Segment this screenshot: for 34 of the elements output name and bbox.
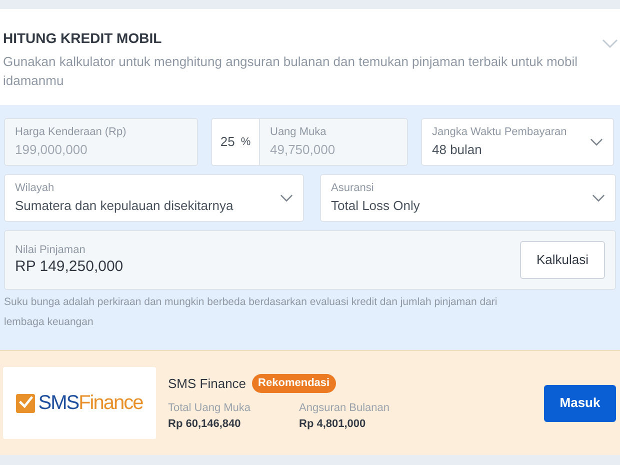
percent-value: 25 (220, 133, 235, 152)
field-label: Asuransi (331, 180, 375, 194)
logo-text: SMSFinance (38, 393, 143, 413)
lender-name: SMS Finance (168, 374, 246, 393)
description: Gunakan kalkulator untuk menghitung angsuran bulanan dan temukan pinjaman terbaik untuk mobil idamanmu (3, 53, 579, 90)
calculate-button[interactable]: Kalkulasi (520, 241, 605, 279)
stat-value: Rp 60,146,840 (168, 417, 242, 432)
field-value: Sumatera dan kepulauan disekitarnya (15, 196, 234, 215)
chevron-icon (280, 194, 293, 202)
chevron-icon[interactable] (602, 39, 618, 49)
dropdown[interactable]: Wilayah Sumatera dan kepulauan disekitarnya (4, 174, 304, 222)
field-value: 48 bulan (432, 140, 483, 158)
field-label: Uang Muka (270, 124, 328, 138)
field-label: Jangka Waktu Pembayaran (432, 124, 568, 138)
chevron-icon (592, 194, 605, 202)
stat-label: Total Uang Muka (168, 401, 252, 416)
field-value: 199,000,000 (15, 140, 88, 158)
section-title: HITUNG KREDIT MOBIL (3, 29, 162, 48)
field-label: Harga Kenderaan (Rp) (15, 124, 128, 138)
field-value: 49,750,000 (270, 140, 336, 158)
dropdown[interactable]: Asuransi Total Loss Only (320, 174, 616, 222)
loan-amount: RP 149,250,000 (15, 257, 124, 277)
disclaimer-text: Suku bunga adalah perkiraan dan mungkin berbeda berdasarkan evaluasi kredit dan jumlah pinjaman dari lembaga keuangan (4, 295, 498, 330)
stat-value: Rp 4,801,000 (299, 417, 367, 432)
percent-sign: % (240, 134, 251, 150)
check-icon (16, 394, 36, 412)
dropdown[interactable]: Jangka Waktu Pembayaran 48 bulan (421, 118, 614, 166)
field-label: Wilayah (15, 180, 56, 194)
recommendation-badge: Rekomendasi (252, 374, 336, 393)
stat-label: Angsuran Bulanan (299, 401, 391, 416)
field-value: Total Loss Only (331, 196, 421, 215)
enter-button[interactable]: Masuk (544, 384, 616, 422)
field-label: Nilai Pinjaman (15, 243, 86, 257)
chevron-icon (590, 138, 603, 146)
